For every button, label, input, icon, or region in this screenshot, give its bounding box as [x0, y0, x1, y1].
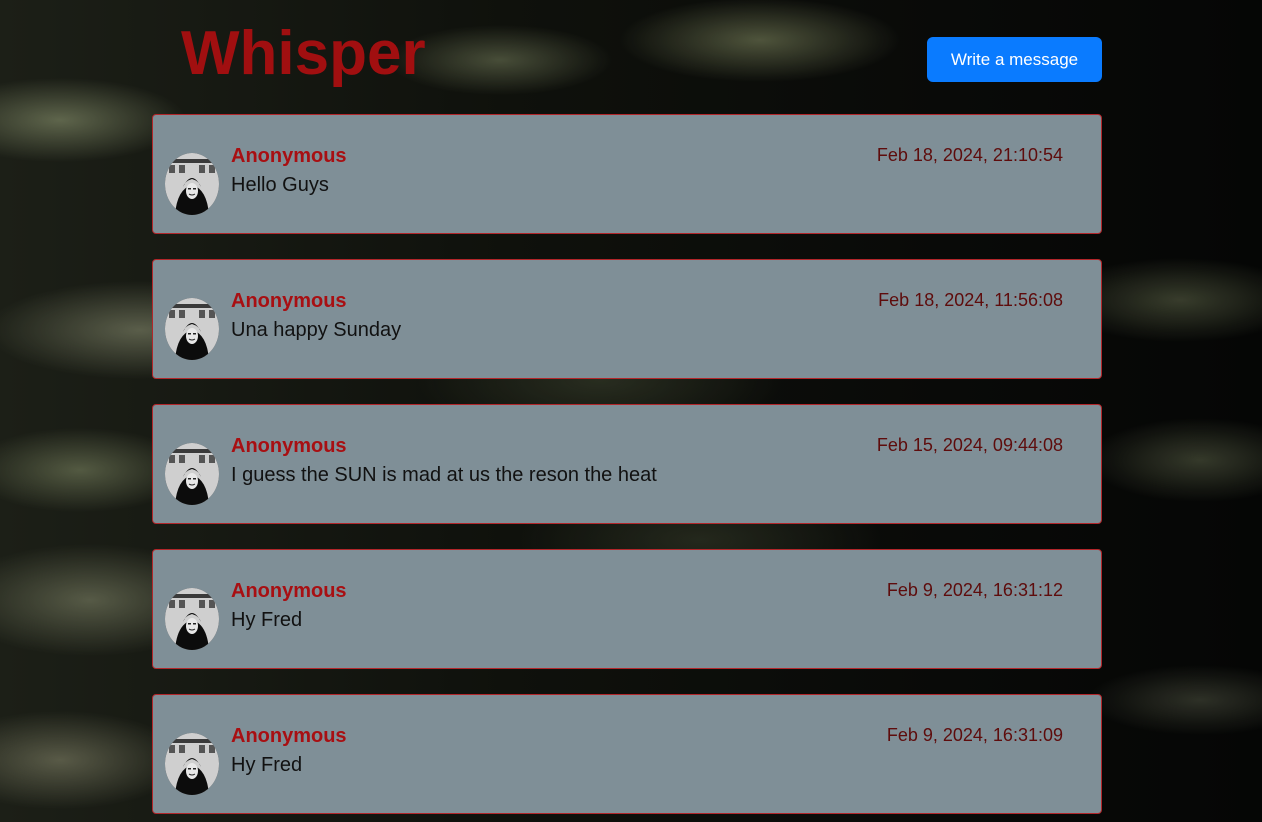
app-header: Whisper Write a message [0, 0, 1262, 100]
message-timestamp: Feb 15, 2024, 09:44:08 [876, 435, 1063, 455]
anonymous-mask-avatar-icon [165, 588, 219, 650]
message-timestamp: Feb 9, 2024, 16:31:12 [886, 580, 1063, 600]
message-text: Una happy Sunday [231, 319, 402, 341]
message-card: Anonymous Hy Fred Feb 9, 2024, 16:31:09 [152, 694, 1102, 814]
message-timestamp: Feb 9, 2024, 16:31:09 [886, 725, 1063, 745]
message-card: Anonymous I guess the SUN is mad at us t… [152, 404, 1102, 524]
anonymous-mask-avatar-icon [165, 298, 219, 360]
message-feed: Anonymous Hello Guys Feb 18, 2024, 21:10… [152, 114, 1102, 822]
message-text: Hy Fred [231, 754, 303, 776]
message-text: I guess the SUN is mad at us the reson t… [231, 464, 657, 486]
message-author: Anonymous [231, 580, 347, 602]
message-author: Anonymous [231, 290, 347, 312]
message-author: Anonymous [231, 145, 347, 167]
message-card: Anonymous Una happy Sunday Feb 18, 2024,… [152, 259, 1102, 379]
anonymous-mask-avatar-icon [165, 443, 219, 505]
anonymous-mask-avatar-icon [165, 153, 219, 215]
message-text: Hy Fred [231, 609, 303, 631]
message-author: Anonymous [231, 725, 347, 747]
anonymous-mask-avatar-icon [165, 733, 219, 795]
message-text: Hello Guys [231, 174, 329, 196]
message-author: Anonymous [231, 435, 347, 457]
message-card: Anonymous Hy Fred Feb 9, 2024, 16:31:12 [152, 549, 1102, 669]
app-logo-title: Whisper [181, 19, 426, 88]
message-timestamp: Feb 18, 2024, 11:56:08 [878, 290, 1063, 310]
message-card: Anonymous Hello Guys Feb 18, 2024, 21:10… [152, 114, 1102, 234]
message-timestamp: Feb 18, 2024, 21:10:54 [876, 145, 1063, 165]
write-message-button[interactable]: Write a message [927, 37, 1102, 82]
